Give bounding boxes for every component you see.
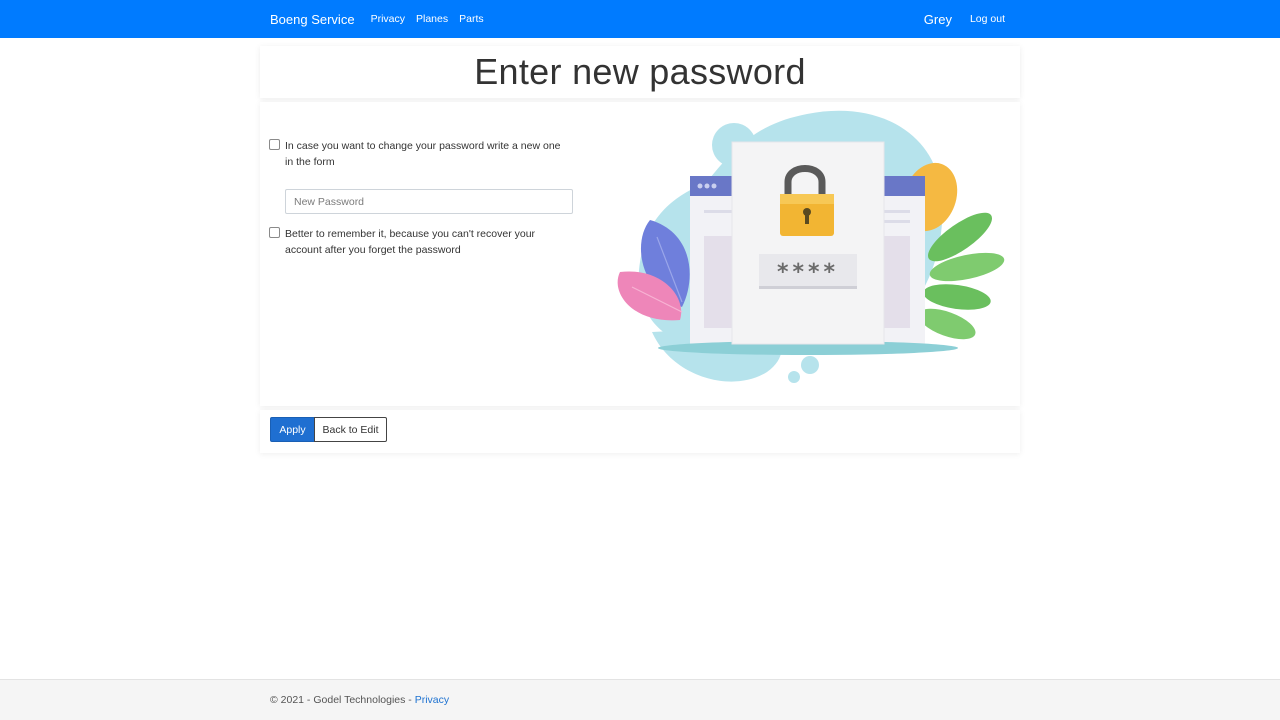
dot-1 — [801, 356, 819, 374]
lock-body-highlight — [780, 194, 834, 204]
title-card: Enter new password — [260, 46, 1020, 98]
remember-checkbox-label: Better to remember it, because you can't… — [285, 228, 536, 256]
lock-card — [731, 141, 885, 345]
brand-link[interactable]: Boeng Service — [270, 12, 355, 27]
logout-link[interactable]: Log out — [970, 13, 1005, 25]
browser-line-3 — [882, 220, 910, 223]
footer-copyright: © 2021 - Godel Technologies - — [270, 694, 415, 706]
change-password-checkbox-label: In case you want to change your password… — [285, 140, 561, 168]
change-password-checkbox-row[interactable]: In case you want to change your password… — [269, 138, 570, 170]
nav-link-privacy[interactable]: Privacy — [371, 13, 405, 25]
green-leaf-3 — [923, 284, 991, 310]
browser-line-2 — [882, 210, 910, 213]
password-illustration: **** — [592, 102, 1012, 406]
password-form-card: In case you want to change your password… — [260, 102, 1020, 406]
navbar-right: Grey Log out — [924, 12, 1005, 27]
footer-privacy-link[interactable]: Privacy — [415, 694, 449, 706]
navbar-container: Boeng Service Privacy Planes Parts Grey … — [270, 0, 1005, 38]
browser-dot-1 — [697, 183, 703, 189]
page-title: Enter new password — [474, 51, 806, 92]
lock-keyhole-slot — [805, 214, 809, 224]
button-card: Apply Back to Edit — [260, 410, 1020, 453]
top-navbar: Boeng Service Privacy Planes Parts Grey … — [0, 0, 1280, 38]
nav-link-planes[interactable]: Planes — [416, 13, 448, 25]
browser-line-1 — [704, 210, 734, 213]
form-column: In case you want to change your password… — [260, 102, 590, 406]
user-name[interactable]: Grey — [924, 12, 952, 27]
back-to-edit-button[interactable]: Back to Edit — [314, 417, 387, 442]
browser-dot-2 — [704, 183, 710, 189]
password-mask-underline — [759, 286, 857, 289]
browser-dot-3 — [711, 183, 717, 189]
footer-content: © 2021 - Godel Technologies - Privacy — [270, 694, 449, 706]
remember-checkbox[interactable] — [269, 227, 280, 238]
nav-link-parts[interactable]: Parts — [459, 13, 484, 25]
footer: © 2021 - Godel Technologies - Privacy — [0, 679, 1280, 720]
apply-button[interactable]: Apply — [270, 417, 315, 442]
password-illustration-svg: **** — [617, 110, 1005, 383]
new-password-input[interactable] — [285, 189, 573, 214]
password-mask-text: **** — [777, 260, 839, 285]
dot-2 — [788, 371, 800, 383]
change-password-checkbox[interactable] — [269, 139, 280, 150]
remember-checkbox-row[interactable]: Better to remember it, because you can't… — [269, 226, 570, 258]
